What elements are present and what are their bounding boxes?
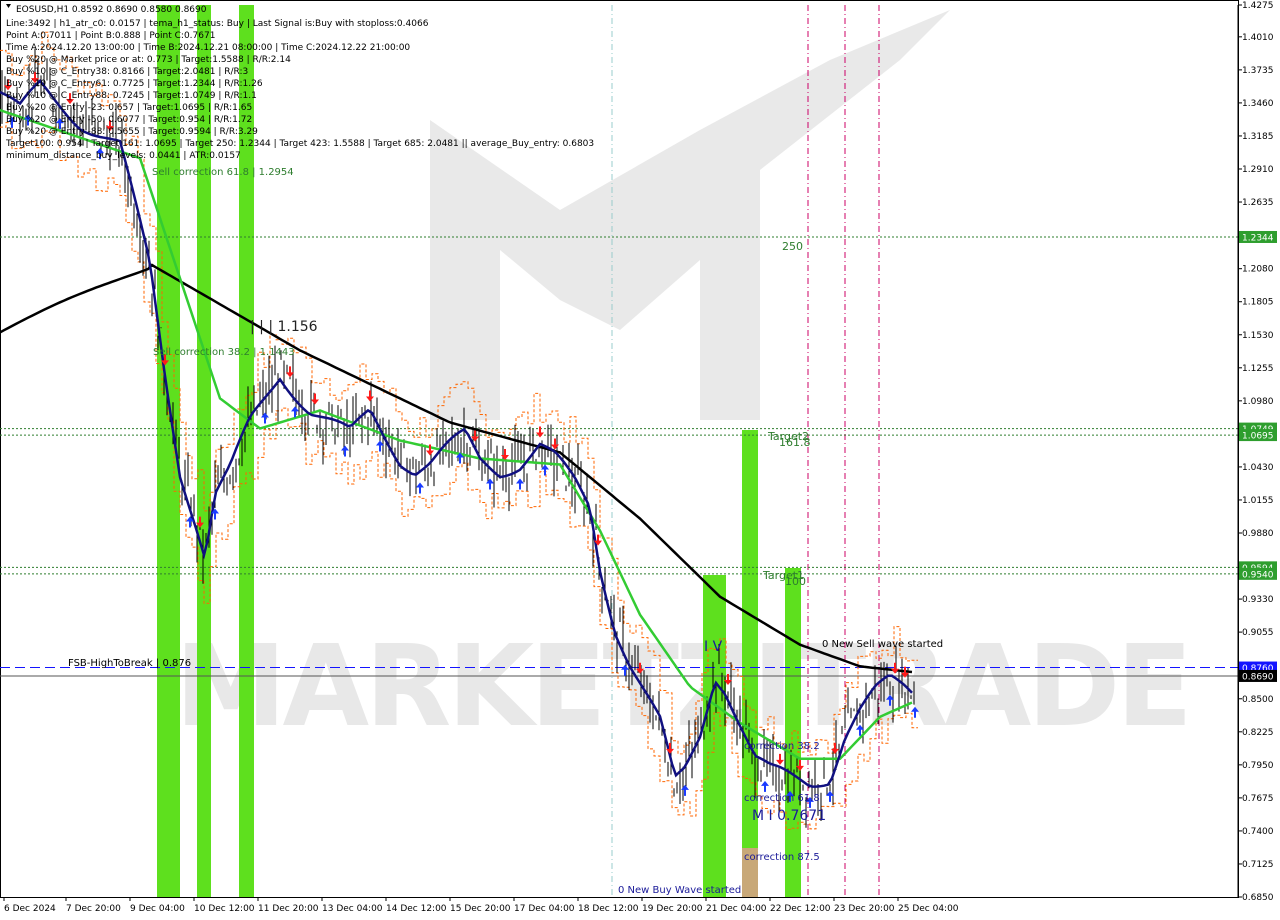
y-tick-label: 0.7400: [1242, 827, 1274, 837]
ohlc-header: EOSUSD,H1 0.8592 0.8690 0.8580 0.8690: [16, 5, 207, 15]
chart-annotation: 0 New Buy Wave started: [618, 885, 741, 896]
chart-annotation: I V: [704, 639, 723, 655]
y-tick-label: 1.1530: [1242, 331, 1274, 341]
price-level-label: 0.9540: [1242, 570, 1274, 580]
y-tick-label: 1.2635: [1242, 198, 1274, 208]
y-tick-label: 0.9330: [1242, 595, 1274, 605]
chart-annotation: correction 38.2: [744, 741, 820, 752]
x-tick-label: 17 Dec 04:00: [514, 904, 575, 914]
x-tick-label: 11 Dec 20:00: [258, 904, 319, 914]
x-tick-label: 6 Dec 2024: [4, 904, 56, 914]
info-line: Buy %20 @ Market price or at: 0.773 | Ta…: [6, 55, 291, 65]
x-tick-label: 21 Dec 04:00: [706, 904, 767, 914]
price-level-label: 1.2344: [1242, 233, 1274, 243]
y-tick-label: 1.0980: [1242, 397, 1274, 407]
info-line: Target100: 0.954 | Target 161: 1.0695 | …: [5, 139, 594, 149]
x-tick-label: 18 Dec 12:00: [578, 904, 639, 914]
info-line: Buy %20 @ Entry -50: 0.6077 | Target:0.9…: [6, 115, 252, 125]
y-tick-label: 0.7950: [1242, 761, 1274, 771]
chart-annotation: FSB-HighToBreak | 0.876: [68, 658, 191, 669]
y-tick-label: 1.2080: [1242, 265, 1274, 275]
y-tick-label: 0.8225: [1242, 728, 1274, 738]
info-line: Buy %20 @ Entry -23: 0.657 | Target:1.06…: [6, 103, 252, 113]
y-tick-label: 0.7675: [1242, 794, 1274, 804]
y-tick-label: 0.7125: [1242, 860, 1274, 870]
y-tick-label: 1.1805: [1242, 298, 1274, 308]
y-tick-label: 0.9880: [1242, 529, 1274, 539]
x-tick-label: 14 Dec 12:00: [386, 904, 447, 914]
chart-annotation: | | | 1.156: [250, 319, 318, 335]
chart-annotation: Sell correction 38.2 | 1.1443: [153, 347, 295, 358]
chart-annotation: correction 87.5: [744, 852, 820, 863]
signal-bar: [703, 575, 726, 897]
info-line: Buy %10 @ C_Entry88: 0.7245 | Target:1.0…: [6, 91, 257, 101]
info-line: Point A:0.7011 | Point B:0.888 | Point C…: [6, 31, 215, 41]
x-tick-label: 23 Dec 20:00: [834, 904, 895, 914]
price-chart[interactable]: MARKETZITRADE Sell correction 61.8 | 1.29…: [0, 0, 1280, 920]
x-tick-label: 25 Dec 04:00: [898, 904, 959, 914]
info-line: minimum_distance_buy_levels: 0.0441 | AT…: [6, 151, 241, 161]
info-line: Time A:2024.12.20 13:00:00 | Time B:2024…: [5, 43, 410, 53]
chart-annotation: 100: [785, 575, 806, 588]
info-line: Buy %10 @ C_Entry38: 0.8166 | Target:2.0…: [6, 67, 248, 77]
chart-annotation: Sell correction 61.8 | 1.2954: [152, 167, 294, 178]
info-line: Buy %20 @ Entry -88: 0.5655 | Target:0.9…: [6, 127, 258, 137]
y-tick-label: 0.6850: [1242, 893, 1274, 903]
price-level-label: 1.0695: [1242, 432, 1274, 442]
chart-annotation: 161.8: [779, 436, 811, 449]
chart-annotation: correction 61.8: [744, 793, 820, 804]
signal-bar: [785, 568, 801, 897]
price-level-label: 0.8690: [1242, 672, 1274, 682]
chart-annotation: 0 New Sell wave started: [822, 639, 943, 650]
y-tick-label: 1.3460: [1242, 99, 1274, 109]
y-tick-label: 1.3185: [1242, 132, 1274, 142]
chart-annotation: M I 0.7671: [752, 808, 826, 824]
x-tick-label: 10 Dec 12:00: [194, 904, 255, 914]
x-tick-label: 19 Dec 20:00: [642, 904, 703, 914]
watermark-text: MARKETZITRADE: [175, 622, 1189, 752]
x-tick-label: 9 Dec 04:00: [130, 904, 185, 914]
x-tick-label: 7 Dec 20:00: [66, 904, 121, 914]
y-tick-label: 1.2910: [1242, 165, 1274, 175]
y-tick-label: 1.3735: [1242, 66, 1274, 76]
x-tick-label: 15 Dec 20:00: [450, 904, 511, 914]
x-tick-label: 22 Dec 12:00: [770, 904, 831, 914]
chart-background: [0, 0, 1280, 920]
y-tick-label: 1.0430: [1242, 463, 1274, 473]
y-tick-label: 0.8500: [1242, 695, 1274, 705]
y-tick-label: 1.1255: [1242, 364, 1274, 374]
y-tick-label: 1.4010: [1242, 33, 1274, 43]
info-line: Line:3492 | h1_atr_c0: 0.0157 | tema_h1_…: [6, 19, 429, 29]
info-line: Buy %10 @ C_Entry61: 0.7725 | Target:1.2…: [6, 79, 263, 89]
x-tick-label: 13 Dec 04:00: [322, 904, 383, 914]
chart-annotation: 250: [782, 240, 803, 253]
y-tick-label: 1.0155: [1242, 496, 1274, 506]
y-tick-label: 0.9055: [1242, 628, 1274, 638]
y-tick-label: 1.4275: [1242, 1, 1274, 11]
